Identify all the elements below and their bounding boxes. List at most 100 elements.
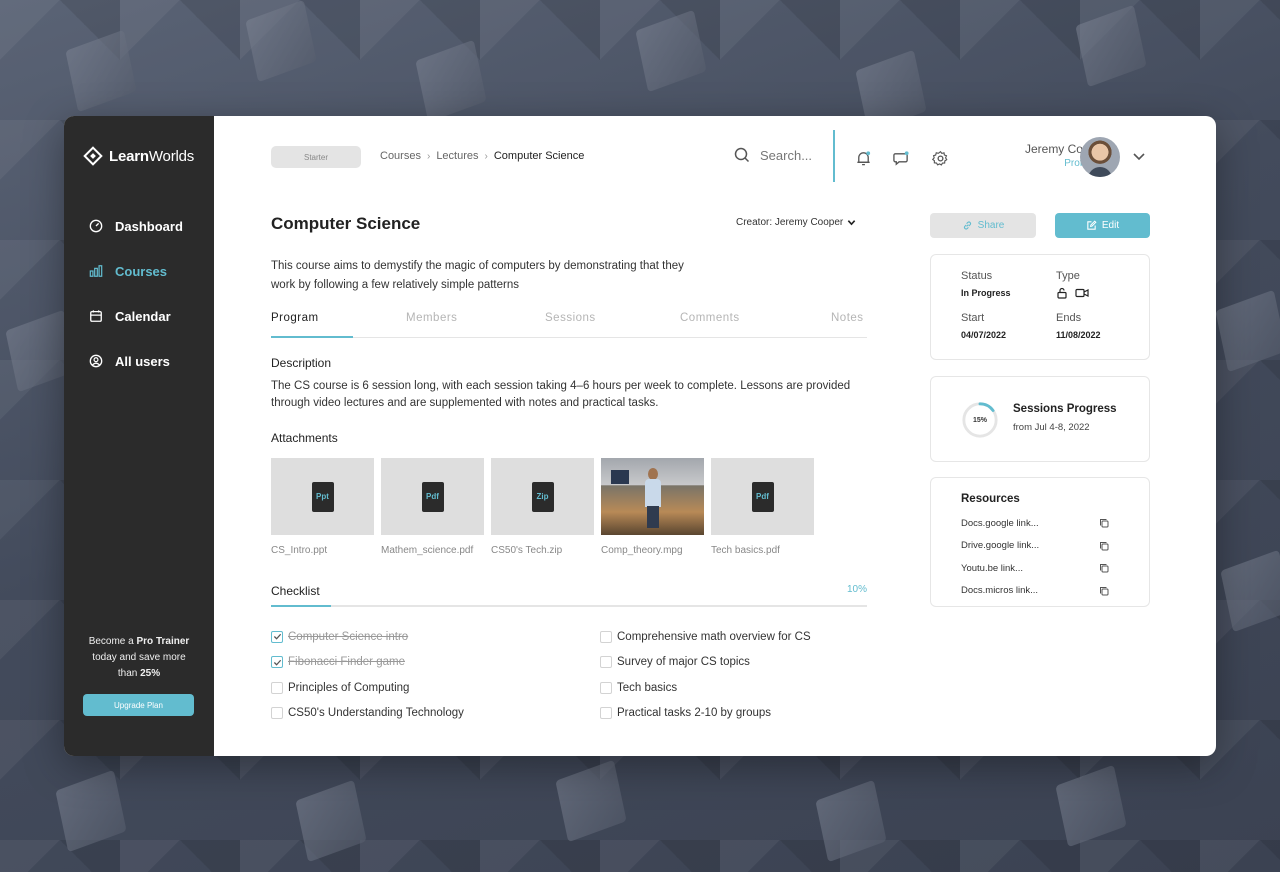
checkbox[interactable] [600, 656, 612, 669]
checklist-column-right: Comprehensive math overview for CS Surve… [600, 624, 811, 726]
course-info-card: Status In Progress Type Start 04/07/2022… [930, 254, 1150, 360]
file-icon: Pdf [751, 481, 777, 515]
copy-icon[interactable] [1099, 563, 1109, 573]
checklist-item[interactable]: Survey of major CS topics [600, 650, 811, 676]
checkbox[interactable] [271, 707, 283, 720]
progress-subtitle: from Jul 4-8, 2022 [1013, 422, 1090, 433]
resource-link[interactable]: Drive.google link... [961, 535, 1109, 558]
checklist-item[interactable]: Comprehensive math overview for CS [600, 624, 811, 650]
description-text: The CS course is 6 session long, with ea… [271, 380, 851, 409]
checkbox-checked[interactable] [271, 656, 283, 669]
file-icon: Pdf [421, 481, 447, 515]
tab-members[interactable]: Members [406, 312, 457, 338]
resource-link[interactable]: Youtu.be link... [961, 557, 1109, 580]
checklist-item-label: CS50's Understanding Technology [288, 707, 464, 720]
checklist-indicator [271, 605, 331, 607]
logo[interactable]: LearnWorlds [83, 146, 194, 166]
checklist-item-label: Computer Science intro [288, 630, 409, 643]
breadcrumb-separator: › [426, 150, 431, 162]
edit-icon [1087, 220, 1097, 230]
active-tab-indicator [271, 336, 353, 338]
breadcrumb-courses[interactable]: Courses [380, 150, 421, 162]
start-value: 04/07/2022 [961, 330, 1007, 340]
checklist-item[interactable]: Practical tasks 2-10 by groups [600, 701, 811, 727]
progress-percent: 15% [972, 416, 987, 424]
sidebar-item-label: Calendar [115, 308, 171, 324]
calendar-icon [89, 309, 103, 323]
tab-sessions[interactable]: Sessions [545, 312, 596, 338]
resource-label: Drive.google link... [961, 540, 1040, 552]
bell-icon[interactable] [854, 149, 872, 167]
checklist-item[interactable]: Principles of Computing [271, 675, 464, 701]
copy-icon[interactable] [1099, 541, 1109, 551]
sidebar-item-dashboard[interactable]: Dashboard [64, 216, 214, 236]
avatar[interactable] [1080, 137, 1120, 177]
unlock-icon [1057, 287, 1067, 299]
attachment-item[interactable]: Pdf Mathem_science.pdf [381, 458, 484, 556]
checkbox[interactable] [600, 707, 612, 720]
attachment-item[interactable]: Zip CS50's Tech.zip [491, 458, 594, 556]
progress-title: Sessions Progress [1013, 403, 1117, 415]
breadcrumb-lectures[interactable]: Lectures [436, 150, 478, 162]
sidebar-item-label: Dashboard [115, 218, 183, 234]
share-button[interactable]: Share [930, 213, 1036, 238]
checklist-item-label: Principles of Computing [288, 681, 410, 694]
user-circle-icon [89, 354, 103, 368]
resource-link[interactable]: Docs.micros link... [961, 580, 1109, 603]
edit-label: Edit [1101, 220, 1120, 231]
gear-icon[interactable] [931, 149, 949, 167]
resource-label: Youtu.be link... [961, 562, 1023, 574]
checklist-item[interactable]: CS50's Understanding Technology [271, 701, 464, 727]
promo-text: Become a Pro Trainer today and save more… [88, 636, 190, 679]
checkbox[interactable] [600, 681, 612, 694]
creator-label: Creator: Jeremy Cooper [736, 217, 844, 228]
attachment-item[interactable]: Ppt CS_Intro.ppt [271, 458, 374, 556]
copy-icon[interactable] [1099, 518, 1109, 528]
tab-program[interactable]: Program [271, 312, 319, 338]
search-input[interactable]: Search... [760, 148, 812, 163]
attachment-name: Mathem_science.pdf [381, 545, 474, 556]
ends-value: 11/08/2022 [1056, 330, 1101, 340]
upgrade-plan-button[interactable]: Upgrade Plan [83, 694, 194, 716]
attachment-item[interactable]: Comp_theory.mpg [601, 458, 704, 556]
file-icon: Zip [531, 481, 557, 515]
header-divider [833, 130, 835, 182]
checklist-item[interactable]: Tech basics [600, 675, 811, 701]
main-content: Starter Courses › Lectures › Computer Sc… [214, 116, 1216, 756]
attachment-thumbnail: Zip [491, 458, 594, 535]
logo-icon [83, 146, 103, 166]
checkbox[interactable] [600, 630, 612, 643]
sidebar-item-all-users[interactable]: All users [64, 351, 214, 371]
attachment-item[interactable]: Pdf Tech basics.pdf [711, 458, 814, 556]
resource-link[interactable]: Docs.google link... [961, 512, 1109, 535]
video-icon [1075, 288, 1089, 298]
chat-icon[interactable] [892, 149, 910, 167]
sidebar-item-calendar[interactable]: Calendar [64, 306, 214, 326]
chevron-down-icon[interactable] [1132, 149, 1146, 163]
resource-label: Docs.google link... [961, 517, 1039, 529]
sidebar-item-courses[interactable]: Courses [64, 261, 214, 281]
edit-button[interactable]: Edit [1055, 213, 1150, 238]
checklist-item[interactable]: Fibonacci Finder game [271, 650, 464, 676]
video-thumbnail [601, 458, 704, 535]
ends-label: Ends [1056, 312, 1082, 324]
tab-comments[interactable]: Comments [680, 312, 740, 338]
search-box[interactable]: Search... [734, 147, 812, 163]
resources-card: Resources Docs.google link... Drive.goog… [930, 477, 1150, 607]
description-heading: Description [271, 356, 332, 370]
attachments-list: Ppt CS_Intro.ppt Pdf Mathem_science.pdf … [271, 458, 814, 556]
checkbox[interactable] [271, 681, 283, 694]
creator-dropdown[interactable]: Creator: Jeremy Cooper [736, 217, 856, 228]
checklist-header: Checklist 10% [271, 582, 867, 607]
checkbox-checked[interactable] [271, 630, 283, 643]
checklist-item-label: Comprehensive math overview for CS [617, 630, 811, 643]
course-summary: This course aims to demystify the magic … [271, 260, 684, 291]
attachment-name: CS_Intro.ppt [271, 545, 328, 556]
tab-notes[interactable]: Notes [831, 312, 864, 338]
copy-icon[interactable] [1099, 586, 1109, 596]
checklist-item[interactable]: Computer Science intro [271, 624, 464, 650]
sidebar: LearnWorlds Dashboard Courses Calendar A… [64, 116, 214, 756]
share-label: Share [977, 220, 1005, 231]
page-title: Computer Science [271, 214, 421, 233]
attachment-name: CS50's Tech.zip [491, 545, 563, 556]
